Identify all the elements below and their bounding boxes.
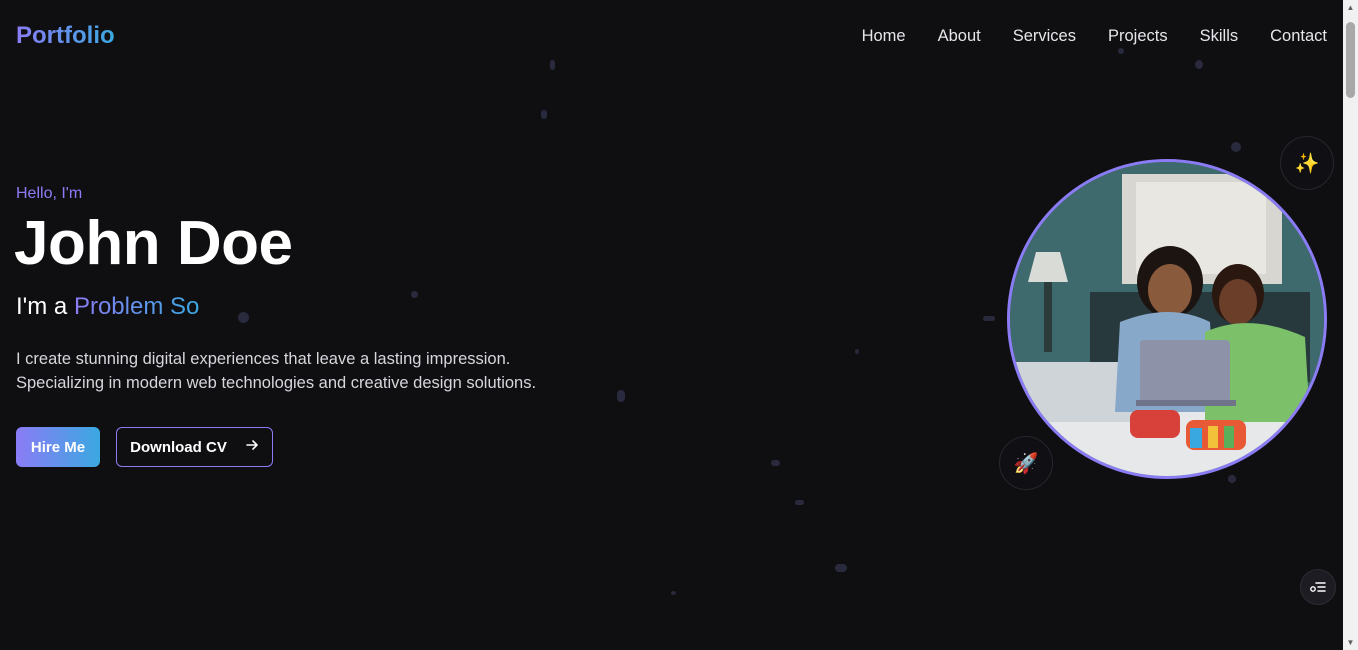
hero-description: I create stunning digital experiences th… xyxy=(16,347,536,395)
particle xyxy=(1231,142,1241,152)
hero-greeting: Hello, I'm xyxy=(16,185,83,202)
nav-about[interactable]: About xyxy=(938,26,981,46)
scroll-thumb[interactable] xyxy=(1346,22,1355,98)
particle xyxy=(855,349,859,354)
description-line: I create stunning digital experiences th… xyxy=(16,350,511,368)
download-cv-label: Download CV xyxy=(130,438,227,456)
description-line: Specializing in modern web technologies … xyxy=(16,374,537,392)
particle xyxy=(771,460,780,466)
particle xyxy=(983,316,995,321)
rocket-badge: 🚀 xyxy=(999,436,1053,490)
nav-contact[interactable]: Contact xyxy=(1270,26,1327,46)
particle xyxy=(795,500,804,505)
menu-list-icon[interactable] xyxy=(1300,569,1336,605)
particle xyxy=(1228,475,1236,483)
role-prefix: I'm a xyxy=(16,293,74,320)
nav-projects[interactable]: Projects xyxy=(1108,26,1168,46)
particle xyxy=(411,291,418,298)
role-typed-text: Problem So xyxy=(73,293,200,320)
nav-skills[interactable]: Skills xyxy=(1200,26,1239,46)
hero-name: John Doe xyxy=(14,209,293,278)
particle xyxy=(671,591,676,595)
scroll-up-icon[interactable]: ▲ xyxy=(1343,0,1358,15)
particle xyxy=(835,564,847,572)
page-scrollbar[interactable]: ▲ ▼ xyxy=(1343,0,1358,650)
nav-services[interactable]: Services xyxy=(1013,26,1076,46)
scroll-down-icon[interactable]: ▼ xyxy=(1343,635,1358,650)
nav-home[interactable]: Home xyxy=(862,26,906,46)
main-nav: Home About Services Projects Skills Cont… xyxy=(862,26,1327,46)
download-cv-button[interactable]: Download CV xyxy=(116,427,273,467)
particle xyxy=(1195,60,1203,69)
profile-photo xyxy=(1007,159,1327,479)
logo[interactable]: Portfolio xyxy=(16,20,115,52)
particle xyxy=(550,60,555,70)
particle xyxy=(541,110,547,119)
hero-role: I'm a Problem So xyxy=(16,292,199,322)
particle xyxy=(617,390,625,402)
hire-me-button[interactable]: Hire Me xyxy=(16,427,100,467)
particle xyxy=(238,312,249,323)
sparkle-badge: ✨ xyxy=(1280,136,1334,190)
arrow-right-icon xyxy=(245,438,259,456)
page: Portfolio Home About Services Projects S… xyxy=(0,0,1343,650)
particle xyxy=(1118,48,1124,54)
